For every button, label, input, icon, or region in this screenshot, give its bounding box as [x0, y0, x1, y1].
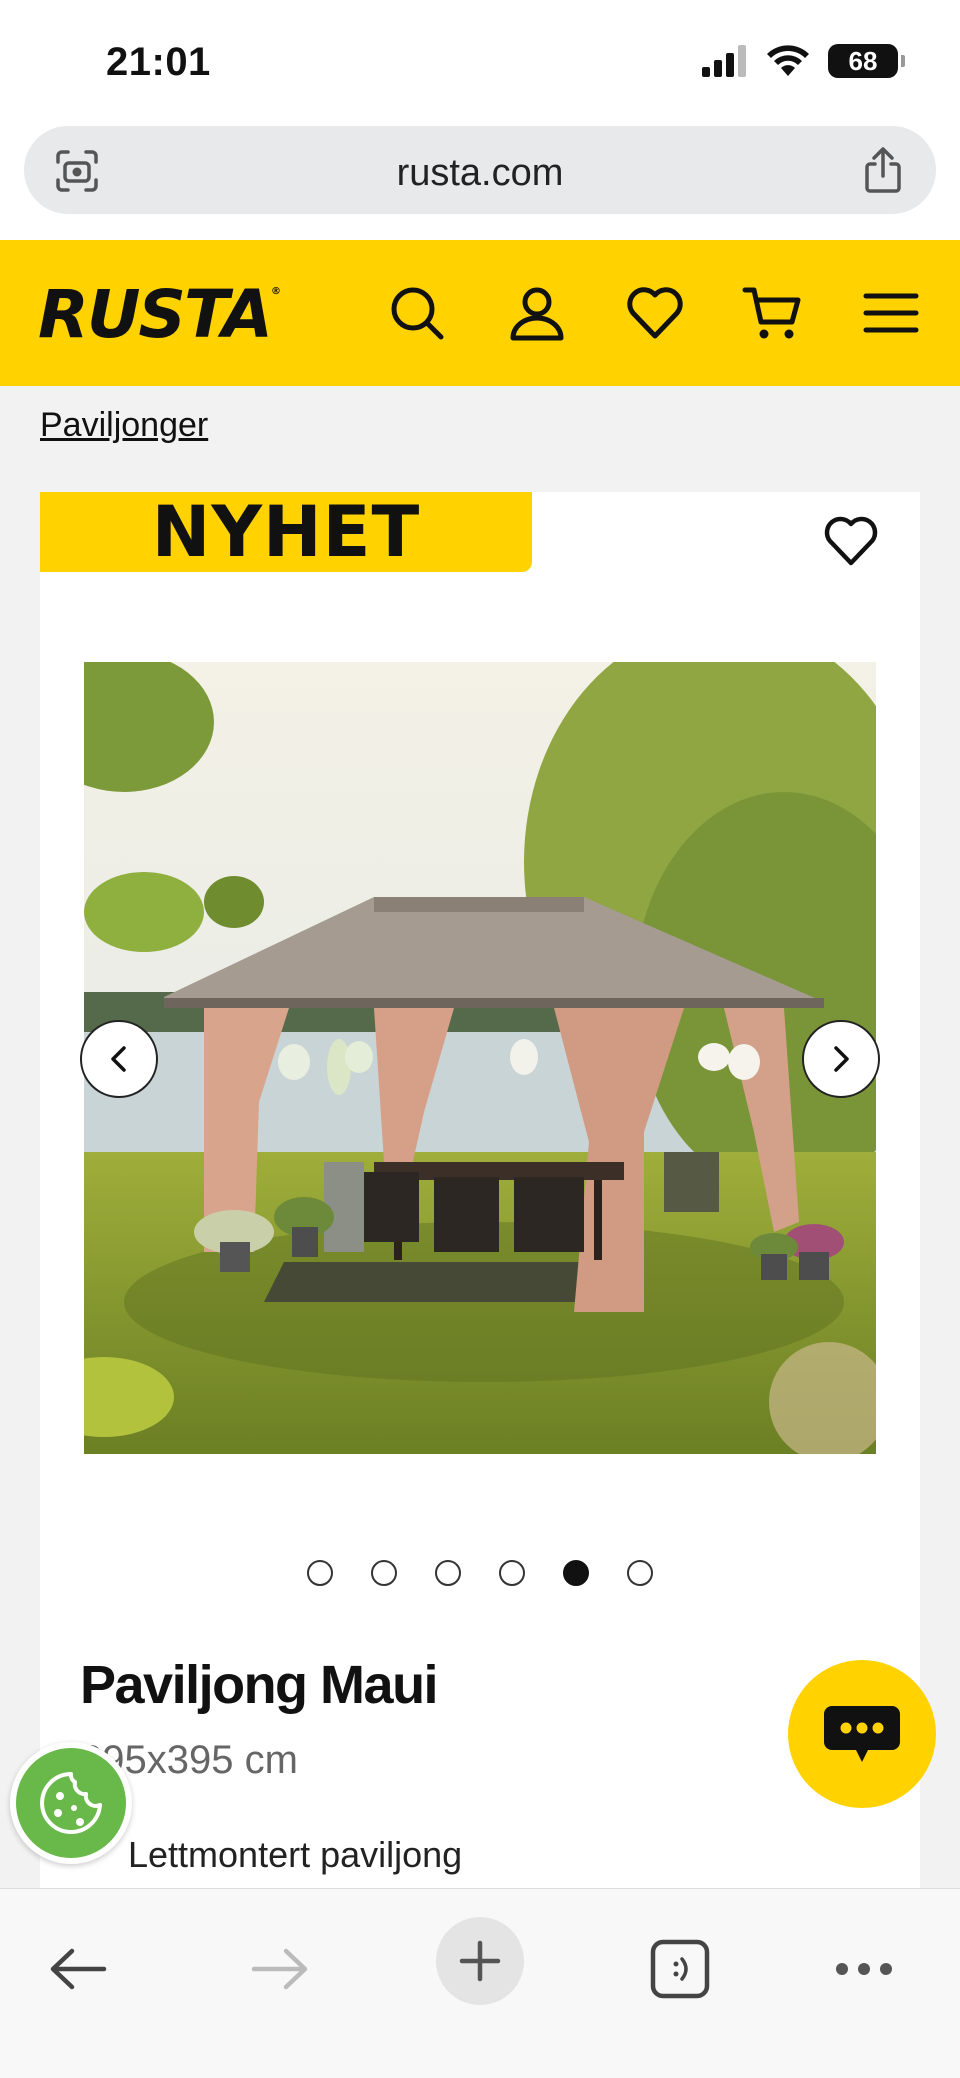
site-header: RUSTA® — [0, 240, 960, 386]
rusta-logo[interactable]: RUSTA® — [38, 276, 281, 353]
hamburger-icon[interactable] — [860, 282, 922, 344]
carousel-indicators — [40, 1560, 920, 1586]
chat-icon — [824, 1706, 900, 1762]
tabs-button[interactable] — [648, 1937, 712, 2001]
product-feature: Lettmontert paviljong — [128, 1834, 463, 1875]
signal-icon — [702, 45, 746, 77]
battery-indicator: 68 — [828, 44, 905, 78]
chat-button[interactable] — [788, 1660, 936, 1808]
new-badge: NYHET — [40, 491, 532, 573]
carousel-dot[interactable] — [435, 1560, 461, 1586]
carousel-dot[interactable] — [307, 1560, 333, 1586]
carousel-dot[interactable] — [627, 1560, 653, 1586]
status-time: 21:01 — [106, 40, 211, 84]
cookie-icon — [40, 1772, 102, 1834]
product-image[interactable] — [84, 662, 876, 1454]
more-options-button[interactable] — [832, 1937, 896, 2001]
logo-text: RUSTA — [38, 276, 273, 353]
add-to-wishlist-heart-icon[interactable] — [822, 512, 880, 570]
carousel-dot[interactable] — [371, 1560, 397, 1586]
carousel-dot[interactable] — [499, 1560, 525, 1586]
url-bar[interactable]: rusta.com — [24, 126, 936, 214]
heart-icon[interactable] — [624, 282, 686, 344]
search-icon[interactable] — [386, 282, 448, 344]
back-button[interactable] — [46, 1937, 110, 2001]
pavilion-illustration — [84, 662, 876, 1454]
carousel-prev-button[interactable] — [80, 1020, 158, 1098]
share-icon[interactable] — [860, 146, 906, 194]
wifi-icon — [767, 45, 809, 76]
forward-button[interactable] — [248, 1937, 312, 2001]
ellipsis-icon — [836, 1963, 892, 1975]
url-text: rusta.com — [396, 152, 564, 194]
product-card: NYHET Paviljong Maui 295x395 cm Lettmont… — [40, 491, 920, 1892]
tabs-icon — [650, 1939, 710, 1999]
user-icon[interactable] — [506, 282, 568, 344]
status-bar: 21:01 68 — [0, 0, 960, 120]
browser-toolbar — [0, 1888, 960, 2078]
carousel-next-button[interactable] — [802, 1020, 880, 1098]
breadcrumb-link[interactable]: Paviljonger — [40, 406, 208, 445]
chevron-left-icon — [111, 1046, 126, 1072]
browser-chrome: rusta.com — [0, 120, 960, 240]
cookie-settings-button[interactable] — [10, 1742, 132, 1864]
new-tab-button[interactable] — [436, 1917, 524, 2005]
arrow-left-icon — [50, 1948, 107, 1990]
product-title: Paviljong Maui — [80, 1655, 439, 1715]
cart-icon[interactable] — [742, 282, 804, 344]
carousel-dot-active[interactable] — [563, 1560, 589, 1586]
status-icons: 68 — [702, 44, 905, 78]
plus-icon — [459, 1940, 501, 1982]
chevron-right-icon — [834, 1046, 849, 1072]
arrow-right-icon — [251, 1948, 308, 1990]
